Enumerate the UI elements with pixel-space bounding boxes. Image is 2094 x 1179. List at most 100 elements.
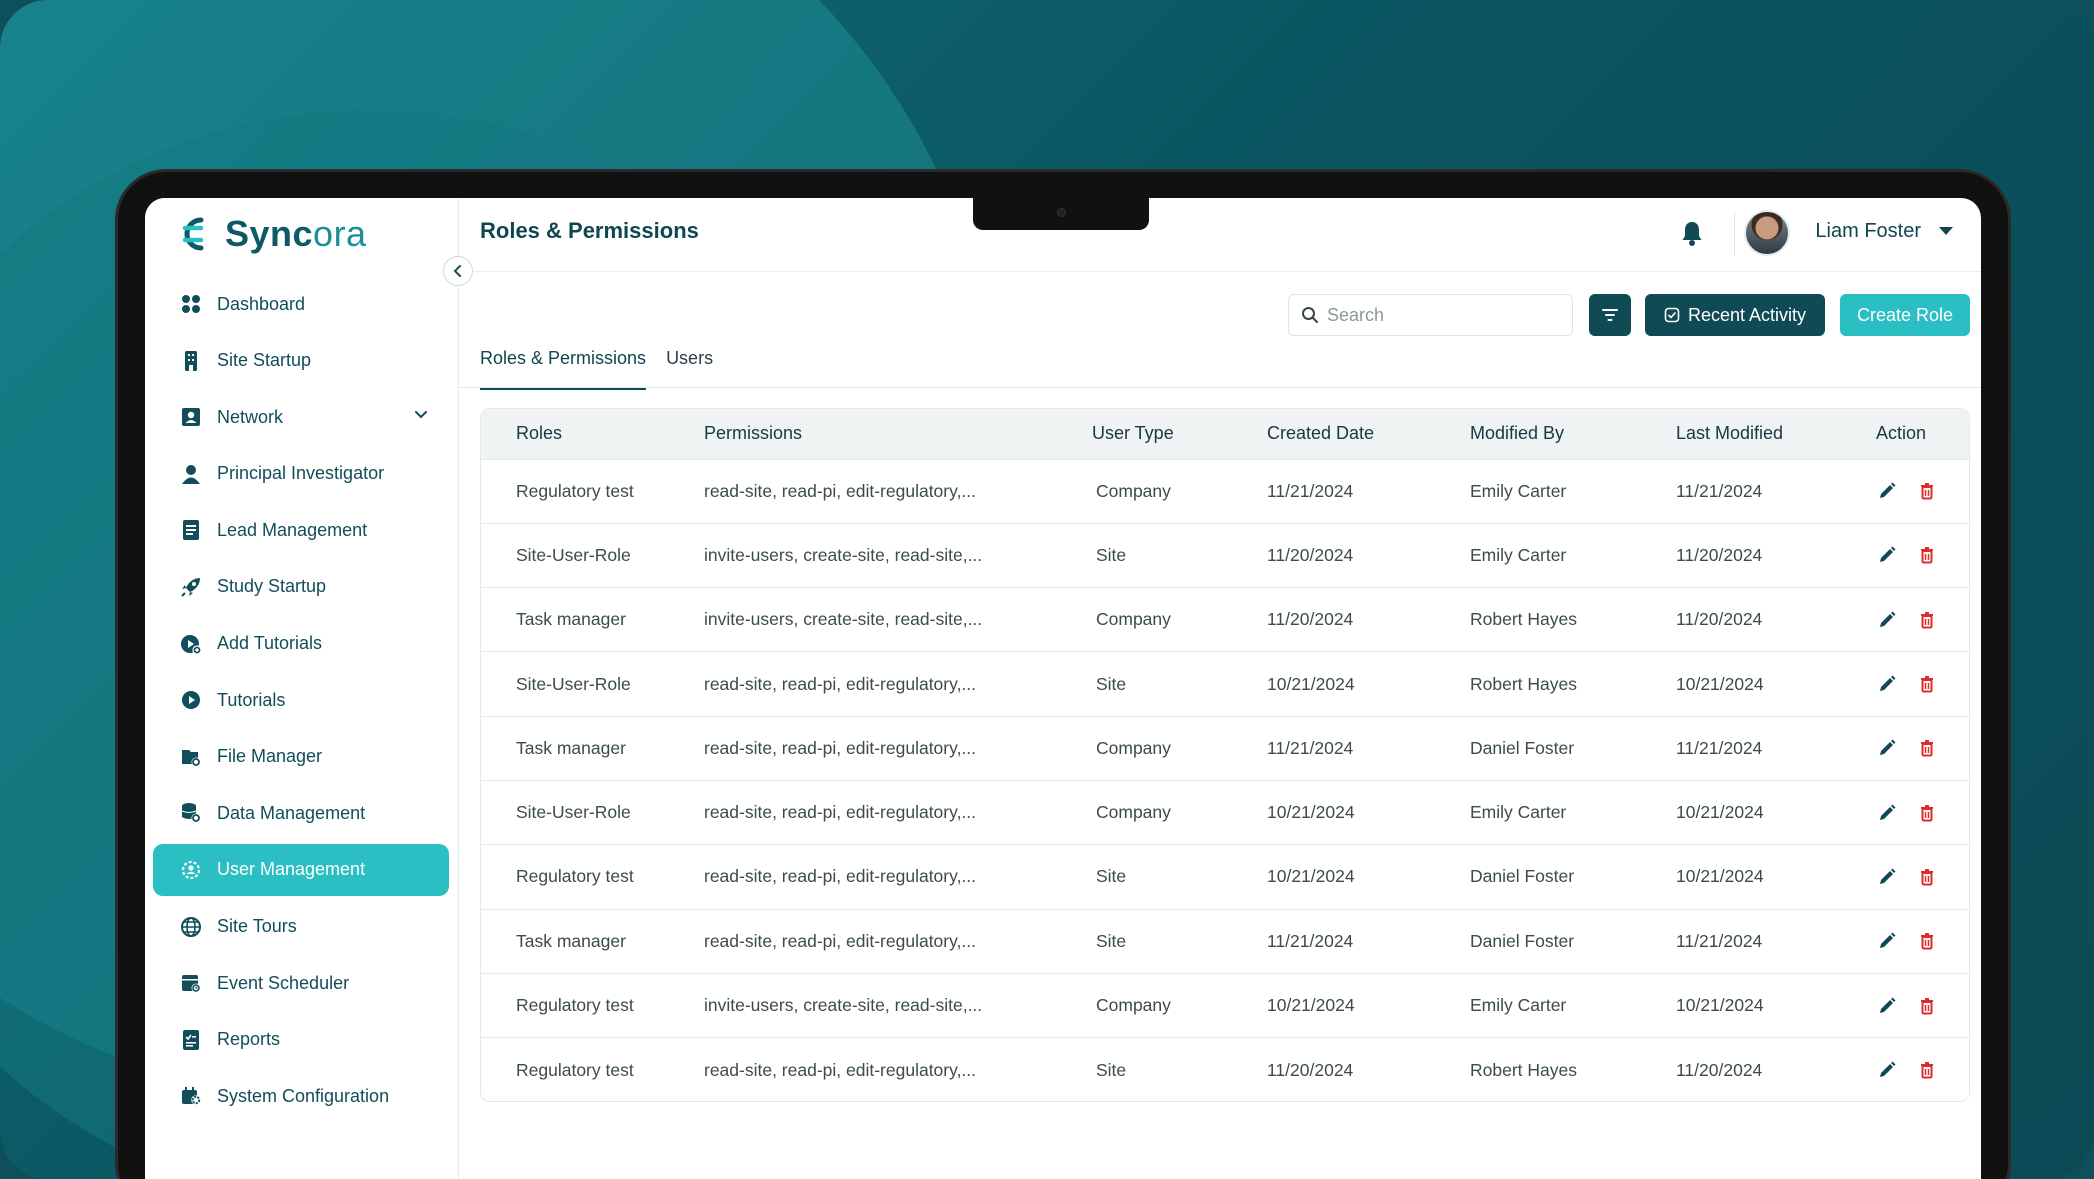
table-row[interactable]: Task manager invite-users, create-site, r… [481,587,1969,652]
user-type-cell: Company [1057,972,1232,1038]
sidebar-item-dashboard[interactable]: Dashboard [153,278,449,330]
sidebar-item-label: Study Startup [217,576,327,597]
row-actions [1876,480,1969,502]
table-row[interactable]: Site-User-Role invite-users, create-site,… [481,522,1969,588]
create-role-button[interactable]: Create Role [1840,294,1970,336]
notification-bell-icon[interactable] [1677,218,1707,248]
last-modified-cell: 11/20/2024 [1641,1037,1841,1101]
row-actions [1876,1059,1969,1081]
rocket-icon [179,575,203,599]
sidebar-item-reports[interactable]: Reports [153,1014,449,1066]
sidebar-item-network[interactable]: Network [153,391,449,443]
table-row[interactable]: Regulatory test read-site, read-pi, edit-… [481,1037,1969,1101]
sidebar-item-tutorials[interactable]: Tutorials [153,674,449,726]
sidebar-nav: Dashboard Site Startup Network Principal… [153,278,449,1127]
trash-icon [1921,676,1933,693]
building-icon [179,349,203,373]
modified-by-cell: Daniel Foster [1435,908,1641,974]
table-row[interactable]: Task manager read-site, read-pi, edit-reg… [481,715,1969,781]
table-row[interactable]: Regulatory test invite-users, create-site… [481,972,1969,1038]
trash-icon [1921,804,1933,822]
delete-button[interactable] [1916,673,1938,695]
filter-button[interactable] [1589,294,1631,336]
action-cell [1841,972,1969,1038]
sidebar-item-system-configuration[interactable]: System Configuration [153,1070,449,1122]
chevron-down-icon[interactable] [413,407,429,423]
edit-button[interactable] [1876,866,1898,888]
table-row[interactable]: Regulatory test read-site, read-pi, edit-… [481,844,1969,910]
edit-button[interactable] [1876,544,1898,566]
caret-down-icon[interactable] [1939,227,1953,235]
sidebar-item-site-tours[interactable]: Site Tours [153,901,449,953]
camera-icon [1057,208,1066,217]
created-date-cell: 11/21/2024 [1232,908,1435,974]
sidebar-item-data-management[interactable]: Data Management [153,787,449,839]
page-title: Roles & Permissions [480,218,699,243]
globe-icon [179,915,203,939]
sidebar-item-lead-management[interactable]: Lead Management [153,504,449,556]
search-input[interactable] [1327,304,1557,326]
user-type-cell: Site [1057,651,1232,717]
sidebar-item-add-tutorials[interactable]: Add Tutorials [153,618,449,670]
column-header-created-date: Created Date [1267,423,1375,444]
sidebar-item-label: Reports [217,1029,281,1050]
sidebar-item-event-scheduler[interactable]: Event Scheduler [153,957,449,1009]
delete-button[interactable] [1916,995,1938,1017]
delete-button[interactable] [1916,737,1938,759]
report-icon [179,1028,203,1052]
row-actions [1876,930,1969,952]
tab-users[interactable]: Users [666,348,713,390]
sidebar-item-file-manager[interactable]: File Manager [153,731,449,783]
delete-button[interactable] [1916,930,1938,952]
table-row[interactable]: Site-User-Role read-site, read-pi, edit-r… [481,779,1969,845]
edit-button[interactable] [1876,995,1898,1017]
sidebar: Syncora Dashboard Site Startup Network P… [145,198,459,1179]
edit-button[interactable] [1876,673,1898,695]
delete-button[interactable] [1916,866,1938,888]
sidebar-item-principal-investigator[interactable]: Principal Investigator [153,448,449,500]
pencil-icon [1880,804,1896,820]
pencil-icon [1880,932,1896,949]
edit-button[interactable] [1876,609,1898,631]
sidebar-item-label: User Management [217,859,366,880]
pencil-icon [1880,482,1896,499]
last-modified-cell: 11/20/2024 [1641,522,1841,588]
edit-button[interactable] [1876,480,1898,502]
calendar-icon [179,971,203,995]
delete-button[interactable] [1916,480,1938,502]
recent-activity-button[interactable]: Recent Activity [1645,294,1825,336]
tab-roles-permissions[interactable]: Roles & Permissions [480,348,647,390]
delete-button[interactable] [1916,609,1938,631]
delete-button[interactable] [1916,1059,1938,1081]
laptop-notch [973,198,1149,230]
table-row[interactable]: Regulatory test read-site, read-pi, edit-… [481,458,1969,524]
sidebar-collapse-button[interactable] [443,256,473,286]
avatar[interactable] [1744,210,1790,256]
action-cell [1841,587,1969,652]
delete-button[interactable] [1916,544,1938,566]
table-row[interactable]: Task manager read-site, read-pi, edit-reg… [481,908,1969,974]
column-header-action: Action [1876,423,1927,444]
created-date-cell: 10/21/2024 [1232,779,1435,845]
last-modified-cell: 10/21/2024 [1641,651,1841,717]
action-cell [1841,908,1969,974]
table-row[interactable]: Site-User-Role read-site, read-pi, edit-r… [481,651,1969,717]
app-logo[interactable]: Syncora [171,212,367,256]
role-name-cell: Regulatory test [481,972,669,1038]
sidebar-item-site-startup[interactable]: Site Startup [153,335,449,387]
edit-button[interactable] [1876,802,1898,824]
user-name[interactable]: Liam Foster [1815,220,1921,243]
user-type-cell: Site [1057,908,1232,974]
sidebar-item-study-startup[interactable]: Study Startup [153,561,449,613]
sidebar-item-user-management[interactable]: User Management [153,843,449,896]
search-box[interactable] [1288,294,1573,336]
user-gear-icon [179,858,203,882]
permissions-cell: read-site, read-pi, edit-regulatory,... [669,844,1057,910]
edit-button[interactable] [1876,737,1898,759]
database-gear-icon [179,801,203,825]
edit-button[interactable] [1876,930,1898,952]
edit-button[interactable] [1876,1059,1898,1081]
delete-button[interactable] [1916,802,1938,824]
row-actions [1876,995,1969,1017]
permissions-cell: read-site, read-pi, edit-regulatory,... [669,458,1057,524]
